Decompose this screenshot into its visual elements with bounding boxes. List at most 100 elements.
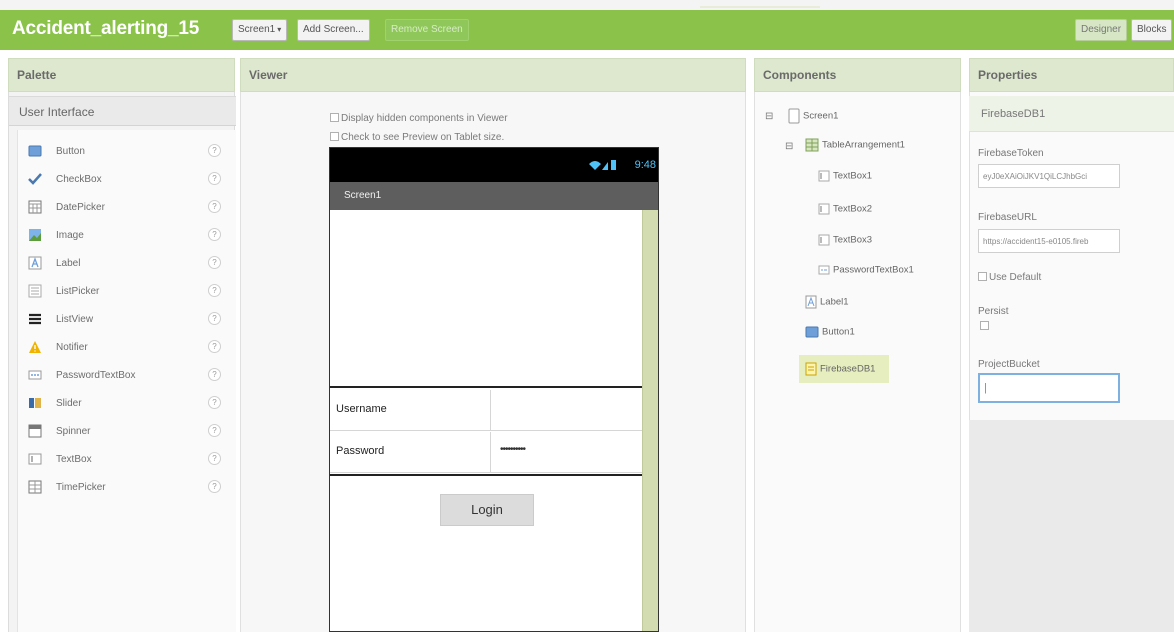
phone-preview: 9:48 Screen1 Username Password •••••••••… xyxy=(329,147,659,632)
textbox-icon xyxy=(818,203,830,215)
palette-item-datepicker[interactable]: DatePicker ? xyxy=(18,194,237,222)
firebase-token-field[interactable]: eyJ0eXAiOiJKV1QiLCJhbGci xyxy=(978,164,1120,188)
tree-item-label: Screen1 xyxy=(803,110,839,122)
tree-item-screen1[interactable]: Screen1 xyxy=(788,108,838,124)
collapse-icon[interactable]: ⊟ xyxy=(785,141,793,152)
checkbox-box[interactable] xyxy=(978,272,987,281)
display-hidden-checkbox[interactable]: Display hidden components in Viewer xyxy=(330,113,508,124)
project-bucket-field[interactable]: | xyxy=(978,373,1120,403)
login-button[interactable]: Login xyxy=(440,494,534,526)
label-icon xyxy=(805,295,817,309)
palette-item-label: Spinner xyxy=(56,426,91,437)
checkbox-box[interactable] xyxy=(980,321,989,330)
project-title: Accident_alerting_15 xyxy=(12,18,200,39)
tree-item-textbox2[interactable]: TextBox2 xyxy=(818,203,872,215)
textbox-icon xyxy=(28,453,42,465)
use-default-label: Use Default xyxy=(989,272,1042,283)
help-icon[interactable]: ? xyxy=(208,200,221,213)
help-icon[interactable]: ? xyxy=(208,424,221,437)
designer-toolbar: Accident_alerting_15 Screen1 ▾ Add Screen… xyxy=(0,10,1174,50)
checkbox-box[interactable] xyxy=(330,113,339,122)
help-icon[interactable]: ? xyxy=(208,340,221,353)
tree-item-button1[interactable]: Button1 xyxy=(805,326,855,338)
help-icon[interactable]: ? xyxy=(208,144,221,157)
blocks-button[interactable]: Blocks xyxy=(1131,19,1173,41)
help-icon[interactable]: ? xyxy=(208,256,221,269)
help-icon[interactable]: ? xyxy=(208,172,221,185)
palette-item-spinner[interactable]: Spinner ? xyxy=(18,418,237,446)
tablet-preview-checkbox[interactable]: Check to see Preview on Tablet size. xyxy=(330,132,504,143)
password-icon xyxy=(28,370,42,380)
table-arrangement: Username Password •••••••••• xyxy=(330,390,642,474)
help-icon[interactable]: ? xyxy=(208,368,221,381)
tree-item-label: TextBox2 xyxy=(833,203,873,215)
palette-item-textbox[interactable]: TextBox ? xyxy=(18,446,237,474)
palette-item-notifier[interactable]: Notifier ? xyxy=(18,334,237,362)
password-field[interactable]: •••••••••• xyxy=(500,444,526,455)
textbox-icon xyxy=(818,234,830,246)
palette-item-label: Notifier xyxy=(56,342,88,353)
palette-item-checkbox[interactable]: CheckBox ? xyxy=(18,166,237,194)
tree-item-firebasedb1[interactable]: FirebaseDB1 xyxy=(805,362,875,376)
palette-item-label: TextBox xyxy=(56,454,92,465)
add-screen-button[interactable]: Add Screen... xyxy=(297,19,370,41)
listview-icon xyxy=(29,313,41,325)
use-default-checkbox[interactable]: Use Default xyxy=(978,272,1041,283)
phone-scrollbar[interactable] xyxy=(642,210,658,631)
help-icon[interactable]: ? xyxy=(208,312,221,325)
help-icon[interactable]: ? xyxy=(208,480,221,493)
help-icon[interactable]: ? xyxy=(208,284,221,297)
display-hidden-label: Display hidden components in Viewer xyxy=(341,113,508,124)
background-logo xyxy=(700,0,820,8)
screen-select-label: Screen1 xyxy=(238,24,276,35)
palette-item-listview[interactable]: ListView ? xyxy=(18,306,237,334)
selected-component-name: FirebaseDB1 xyxy=(981,108,1046,120)
tree-item-tablearrangement1[interactable]: TableArrangement1 xyxy=(805,138,905,152)
help-icon[interactable]: ? xyxy=(208,396,221,409)
palette-item-button[interactable]: Button ? xyxy=(18,138,237,166)
table-row-username: Username xyxy=(330,390,642,431)
remove-screen-button[interactable]: Remove Screen xyxy=(385,19,469,41)
palette-item-passwordtextbox[interactable]: PasswordTextBox ? xyxy=(18,362,237,390)
tree-item-passwordtextbox1[interactable]: PasswordTextBox1 xyxy=(818,264,914,276)
firebase-url-field[interactable]: https://accident15-e0105.fireb xyxy=(978,229,1120,253)
help-icon[interactable]: ? xyxy=(208,228,221,241)
tree-item-label: FirebaseDB1 xyxy=(820,363,876,375)
designer-button[interactable]: Designer xyxy=(1075,19,1128,41)
palette-item-image[interactable]: Image ? xyxy=(18,222,237,250)
palette-item-label: CheckBox xyxy=(56,174,102,185)
persist-checkbox[interactable] xyxy=(980,321,991,332)
palette-item-label: Image xyxy=(56,230,84,241)
screen-select-button[interactable]: Screen1 ▾ xyxy=(232,19,288,41)
tree-item-textbox1[interactable]: TextBox1 xyxy=(818,170,872,182)
collapse-icon[interactable]: ⊟ xyxy=(765,111,773,122)
button-icon xyxy=(805,326,819,338)
help-icon[interactable]: ? xyxy=(208,452,221,465)
properties-header: Properties xyxy=(969,58,1174,92)
user-interface-drawer[interactable]: User Interface xyxy=(9,96,236,126)
palette-header: Palette xyxy=(8,58,235,92)
palette-item-label[interactable]: Label ? xyxy=(18,250,237,278)
phone-icon xyxy=(788,108,800,124)
textbox-icon xyxy=(818,170,830,182)
label-icon xyxy=(28,256,42,270)
palette-item-label: Label xyxy=(56,258,81,269)
palette-list: Button ? CheckBox ? DatePicker ? Image ?… xyxy=(17,130,236,632)
palette-item-label: PasswordTextBox xyxy=(56,370,136,381)
username-label: Username xyxy=(336,403,387,415)
tree-item-label1[interactable]: Label1 xyxy=(805,295,849,309)
palette-item-timepicker[interactable]: TimePicker ? xyxy=(18,474,237,502)
properties-lower-area xyxy=(969,420,1174,632)
signal-icon xyxy=(589,160,616,170)
firebase-url-label: FirebaseURL xyxy=(978,212,1037,223)
checkbox-box[interactable] xyxy=(330,132,339,141)
divider xyxy=(490,432,491,473)
username-field[interactable] xyxy=(491,390,642,431)
tablet-preview-label: Check to see Preview on Tablet size. xyxy=(341,132,505,143)
tree-item-textbox3[interactable]: TextBox3 xyxy=(818,234,872,246)
firebase-token-label: FirebaseToken xyxy=(978,148,1044,159)
palette-item-slider[interactable]: Slider ? xyxy=(18,390,237,418)
properties-component-header: FirebaseDB1 xyxy=(969,96,1174,132)
table-row-password: Password •••••••••• xyxy=(330,432,642,473)
palette-item-listpicker[interactable]: ListPicker ? xyxy=(18,278,237,306)
